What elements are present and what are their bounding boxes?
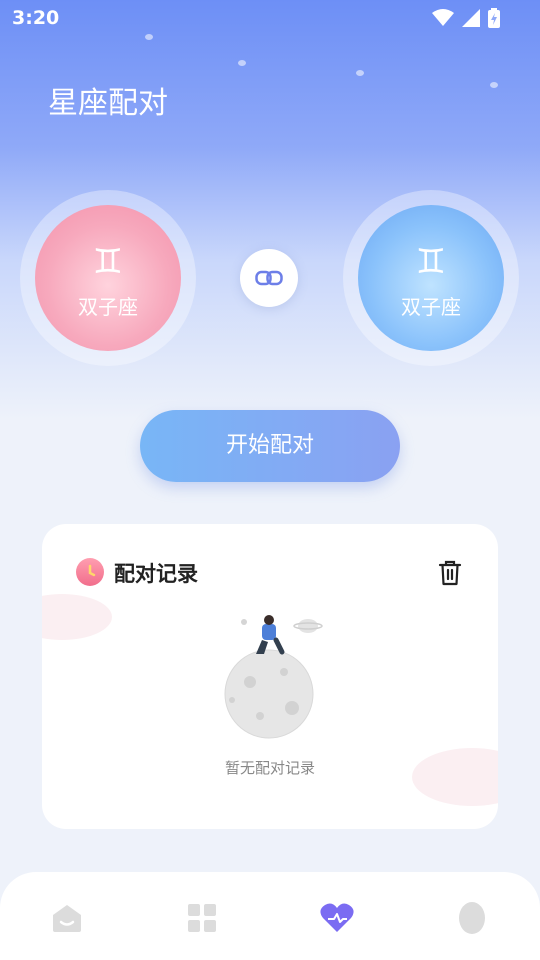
decorative-star: [490, 82, 498, 88]
right-zodiac-selector[interactable]: ♊ 双子座: [358, 205, 504, 351]
left-zodiac-name: 双子座: [78, 295, 138, 319]
page-title: 星座配对: [48, 86, 168, 121]
decorative-star: [356, 70, 364, 76]
match-records-card: 配对记录 暂无配对记录: [42, 524, 498, 829]
status-icons: [432, 8, 500, 28]
decorative-cloud: [42, 594, 112, 640]
trash-icon[interactable]: [438, 560, 462, 586]
empty-moon-illustration: [224, 615, 323, 739]
clock-icon: [76, 558, 104, 586]
profile-icon: [459, 902, 485, 934]
heart-icon: [320, 903, 354, 932]
battery-icon: [488, 8, 500, 28]
tab-categories[interactable]: [182, 898, 222, 938]
empty-records-text: 暂无配对记录: [224, 759, 315, 777]
decorative-star: [238, 60, 246, 66]
status-time: 3:20: [12, 7, 60, 29]
home-icon: [53, 905, 81, 932]
link-icon-button: [240, 249, 298, 307]
gemini-icon: ♊: [415, 242, 447, 282]
grid-icon: [188, 904, 216, 932]
left-zodiac-selector[interactable]: ♊ 双子座: [35, 205, 181, 351]
tab-match[interactable]: [317, 898, 357, 938]
cellular-signal-icon: [462, 9, 480, 27]
status-bar: 3:20: [0, 0, 540, 38]
right-zodiac-name: 双子座: [401, 295, 461, 319]
gemini-icon: ♊: [92, 242, 124, 282]
bottom-tab-bar: [0, 872, 540, 960]
wifi-icon: [432, 9, 454, 26]
link-icon: [255, 270, 283, 286]
tab-profile[interactable]: [452, 898, 492, 938]
start-match-button[interactable]: 开始配对: [140, 410, 400, 482]
tab-home[interactable]: [47, 898, 87, 938]
records-title: 配对记录: [114, 562, 198, 586]
